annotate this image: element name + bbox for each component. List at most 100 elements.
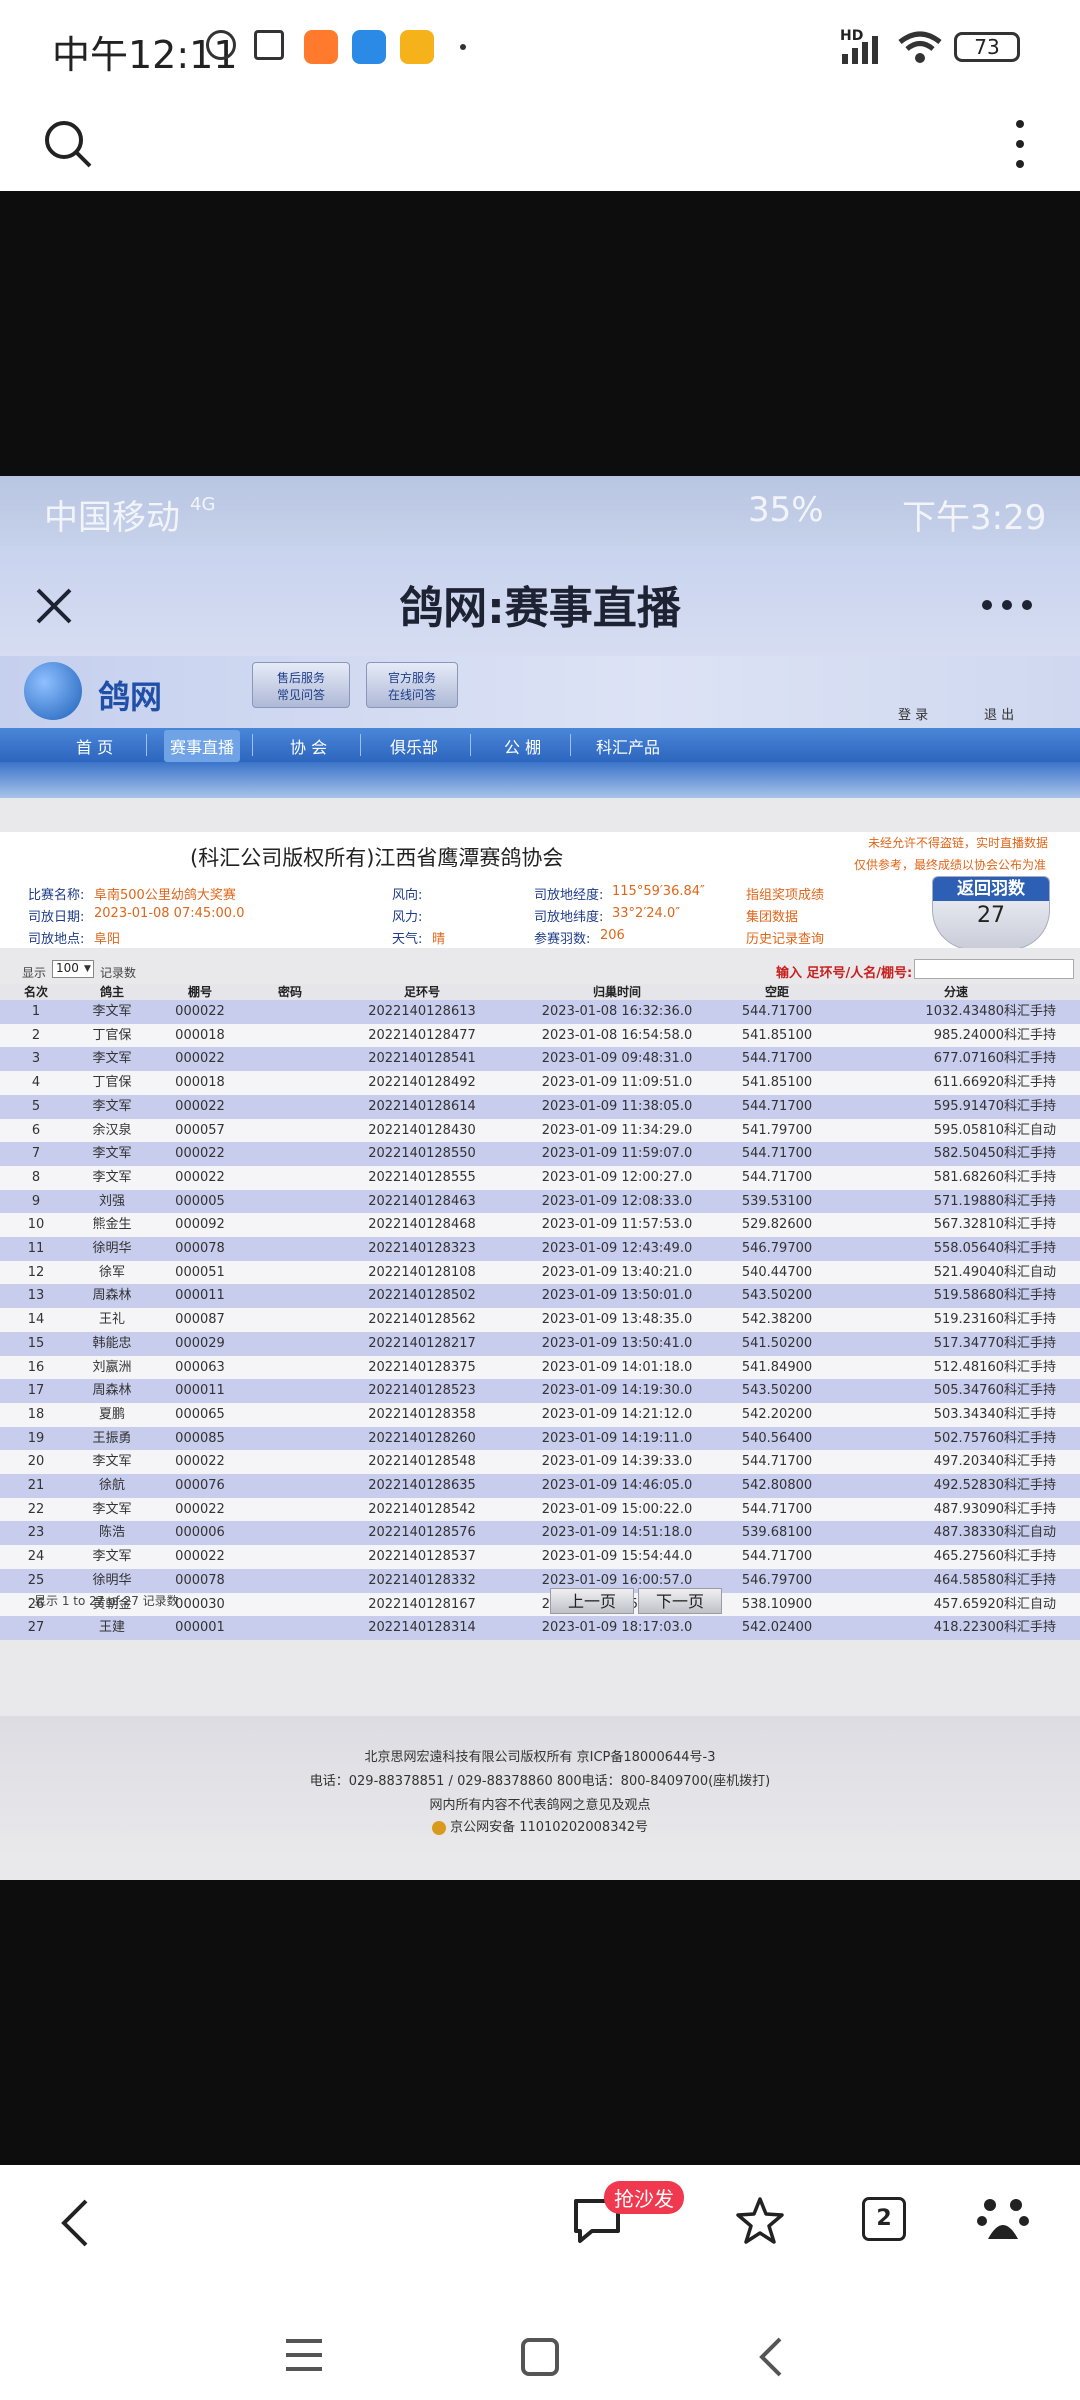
cell-owner: 李文军 [72, 1000, 152, 1024]
nav-live[interactable]: 赛事直播 [164, 730, 241, 762]
table-row[interactable]: 14 王礼 000087 2022140128562 2023-01-09 13:48:… [0, 1308, 1080, 1332]
nav-loft[interactable]: 公 棚 [504, 734, 541, 758]
nav-club[interactable]: 俱乐部 [390, 734, 438, 758]
table-row[interactable]: 24 李文军 000022 2022140128537 2023-01-09 15:54… [0, 1545, 1080, 1569]
cell-arrival: 2023-01-09 13:48:35.0 [512, 1308, 722, 1332]
cell-ring: 2022140128523 [332, 1379, 512, 1403]
next-page-button[interactable]: 下一页 [638, 1588, 722, 1614]
cell-password [248, 1165, 332, 1190]
cell-speed: 487.93090科汇手持 [832, 1497, 1080, 1522]
group-data-link[interactable]: 集团数据 [746, 906, 798, 925]
table-row[interactable]: 17 周森林 000011 2022140128523 2023-01-09 14:19… [0, 1379, 1080, 1403]
logout-link[interactable]: 退 出 [984, 704, 1014, 723]
cell-loft: 000011 [152, 1284, 248, 1309]
cell-owner: 徐明华 [72, 1237, 152, 1261]
col-ring[interactable]: 足环号 [332, 984, 512, 1000]
menu-icon[interactable] [284, 2337, 324, 2373]
more-menu-icon[interactable] [1010, 114, 1030, 174]
table-row[interactable]: 16 刘嬴洲 000063 2022140128375 2023-01-09 14:01… [0, 1355, 1080, 1380]
table-row[interactable]: 5 李文军 000022 2022140128614 2023-01-09 11:38:… [0, 1094, 1080, 1119]
back-icon[interactable] [56, 2195, 96, 2251]
table-row[interactable]: 8 李文军 000022 2022140128555 2023-01-09 12:00:… [0, 1165, 1080, 1190]
table-row[interactable]: 7 李文军 000022 2022140128550 2023-01-09 11:59:… [0, 1142, 1080, 1166]
cell-rank: 19 [0, 1426, 72, 1451]
police-badge-icon [431, 1820, 446, 1835]
cell-arrival: 2023-01-09 14:19:11.0 [512, 1426, 722, 1451]
cell-arrival: 2023-01-09 09:48:31.0 [512, 1047, 722, 1072]
col-loft[interactable]: 棚号 [152, 984, 248, 1000]
cell-rank: 20 [0, 1450, 72, 1475]
cell-distance: 542.80800 [722, 1474, 832, 1498]
table-row[interactable]: 10 熊金生 000092 2022140128468 2023-01-09 11:57… [0, 1213, 1080, 1238]
table-row[interactable]: 9 刘强 000005 2022140128463 2023-01-09 12:08:3… [0, 1189, 1080, 1214]
nav-products[interactable]: 科汇产品 [596, 734, 660, 758]
table-row[interactable]: 3 李文军 000022 2022140128541 2023-01-09 09:48:… [0, 1047, 1080, 1072]
image-letterbox-top [0, 191, 1080, 476]
cell-password [248, 1071, 332, 1095]
cell-distance: 544.71700 [722, 1545, 832, 1569]
home-icon[interactable] [520, 2337, 560, 2377]
tabs-count-button[interactable]: 2 [862, 2197, 906, 2241]
search-icon[interactable] [40, 116, 94, 170]
cell-distance: 529.82600 [722, 1213, 832, 1238]
table-row[interactable]: 4 丁官保 000018 2022140128492 2023-01-09 11:09:… [0, 1071, 1080, 1095]
return-count-value: 27 [977, 903, 1005, 928]
nav-divider [252, 734, 253, 756]
table-row[interactable]: 2 丁官保 000018 2022140128477 2023-01-08 16:54:… [0, 1023, 1080, 1048]
col-arrival[interactable]: 归巢时间 [512, 984, 722, 1000]
badge2-line2: 在线问答 [387, 688, 436, 702]
cell-ring: 2022140128358 [332, 1402, 512, 1427]
baidu-paw-icon[interactable] [976, 2191, 1030, 2247]
nav-home[interactable]: 首 页 [76, 734, 113, 758]
cell-owner: 徐军 [72, 1260, 152, 1285]
official-service-badge[interactable]: 官方服务 在线问答 [366, 662, 458, 708]
cell-rank: 6 [0, 1118, 72, 1143]
login-link[interactable]: 登 录 [898, 704, 928, 723]
table-row[interactable]: 12 徐军 000051 2022140128108 2023-01-09 13:40:… [0, 1260, 1080, 1285]
col-owner[interactable]: 鸽主 [72, 984, 152, 1000]
col-distance[interactable]: 空距 [722, 984, 832, 1000]
table-row[interactable]: 23 陈浩 000006 2022140128576 2023-01-09 14:51:… [0, 1521, 1080, 1546]
table-row[interactable]: 22 李文军 000022 2022140128542 2023-01-09 15:00… [0, 1497, 1080, 1522]
promo-badge[interactable]: 抢沙发 [604, 2181, 684, 2214]
table-row[interactable]: 20 李文军 000022 2022140128548 2023-01-09 14:39… [0, 1450, 1080, 1475]
cell-rank: 3 [0, 1047, 72, 1072]
cell-rank: 7 [0, 1142, 72, 1166]
after-sales-badge[interactable]: 售后服务 常见问答 [252, 662, 350, 708]
more-options-icon[interactable] [980, 598, 1034, 612]
cell-distance: 542.20200 [722, 1402, 832, 1427]
table-row[interactable]: 15 韩能忠 000029 2022140128217 2023-01-09 13:50… [0, 1331, 1080, 1356]
group-results-link[interactable]: 指组奖项成绩 [746, 884, 824, 903]
inner-carrier: 中国移动 [44, 498, 180, 538]
system-back-icon[interactable] [756, 2335, 786, 2379]
inner-page-title: 鸽网:赛事直播 [399, 583, 681, 634]
weather-label: 天气: [392, 932, 423, 947]
star-icon[interactable] [734, 2195, 786, 2247]
col-rank[interactable]: 名次 [0, 984, 72, 1000]
col-password[interactable]: 密码 [248, 984, 332, 1000]
shopping-app-icon [304, 30, 338, 64]
cell-ring: 2022140128613 [332, 1000, 512, 1024]
table-row[interactable]: 27 王建 000001 2022140128314 2023-01-09 18:17:… [0, 1616, 1080, 1640]
table-row[interactable]: 6 余汉泉 000057 2022140128430 2023-01-09 11:34:… [0, 1118, 1080, 1143]
table-row[interactable]: 13 周森林 000011 2022140128502 2023-01-09 13:50… [0, 1284, 1080, 1309]
table-row[interactable]: 19 王振勇 000085 2022140128260 2023-01-09 14:19… [0, 1426, 1080, 1451]
table-row[interactable]: 21 徐航 000076 2022140128635 2023-01-09 14:46:… [0, 1474, 1080, 1498]
col-speed[interactable]: 分速 [832, 984, 1080, 1000]
table-row[interactable]: 11 徐明华 000078 2022140128323 2023-01-09 12:43… [0, 1237, 1080, 1261]
nav-association[interactable]: 协 会 [290, 734, 327, 758]
table-row[interactable]: 18 夏鹏 000065 2022140128358 2023-01-09 14:21:… [0, 1402, 1080, 1427]
cell-rank: 14 [0, 1308, 72, 1332]
cell-loft: 000001 [152, 1616, 248, 1640]
cell-arrival: 2023-01-09 11:57:53.0 [512, 1213, 722, 1238]
battery-indicator: 73 [954, 32, 1020, 62]
table-row[interactable]: 1 李文军 000022 2022140128613 2023-01-08 16:32:… [0, 1000, 1080, 1024]
history-query-link[interactable]: 历史记录查询 [746, 928, 824, 947]
cell-distance: 540.44700 [722, 1260, 832, 1285]
prev-page-button[interactable]: 上一页 [550, 1588, 634, 1614]
embedded-screenshot[interactable]: 中国移动 4G 35% 下午3:29 鸽网:赛事直播 鸽网 售后服务 常见问答 … [0, 476, 1080, 1880]
wind-direction-label: 风向: [392, 888, 423, 903]
cell-arrival: 2023-01-09 12:08:33.0 [512, 1189, 722, 1214]
search-input[interactable] [914, 959, 1074, 979]
cell-loft: 000078 [152, 1237, 248, 1261]
